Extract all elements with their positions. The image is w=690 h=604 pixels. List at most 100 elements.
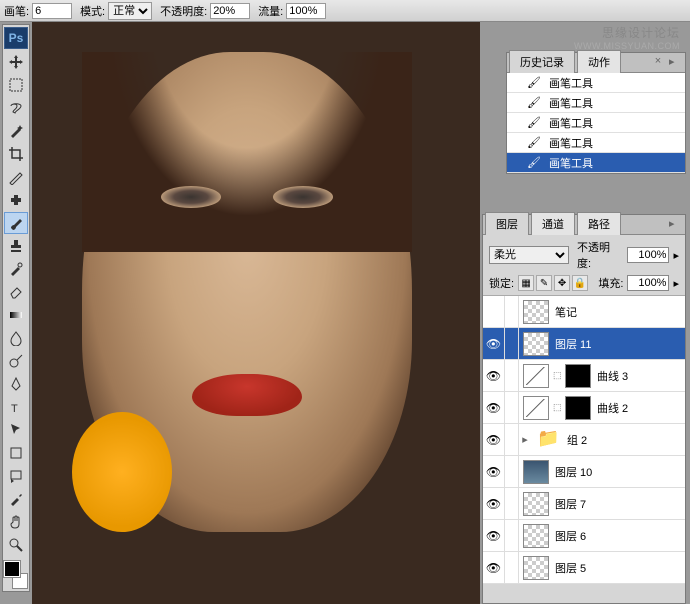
panel-menu-icon[interactable]: ▸ xyxy=(669,217,683,231)
dropdown-icon[interactable]: ▸ xyxy=(673,277,679,290)
eyedropper-tool[interactable] xyxy=(4,488,28,510)
zoom-tool[interactable] xyxy=(4,534,28,556)
layer-thumb[interactable] xyxy=(523,332,549,356)
panel-menu-icon[interactable]: ▸ xyxy=(669,55,683,69)
link-column[interactable] xyxy=(505,360,519,391)
layer-row[interactable]: 👁 图层 10 xyxy=(483,456,685,488)
visibility-toggle[interactable] xyxy=(483,296,505,327)
blur-tool[interactable] xyxy=(4,327,28,349)
visibility-toggle[interactable]: 👁 xyxy=(483,360,505,391)
dropdown-icon[interactable]: ▸ xyxy=(673,249,679,262)
link-column[interactable] xyxy=(505,296,519,327)
dodge-tool[interactable] xyxy=(4,350,28,372)
link-column[interactable] xyxy=(505,328,519,359)
brush-tool[interactable] xyxy=(4,212,28,234)
move-tool[interactable] xyxy=(4,51,28,73)
lock-all-icon[interactable]: 🔒 xyxy=(572,275,588,291)
foreground-swatch[interactable] xyxy=(4,561,20,577)
layer-name[interactable]: 组 2 xyxy=(565,432,685,448)
visibility-toggle[interactable]: 👁 xyxy=(483,392,505,423)
fill-input[interactable] xyxy=(627,275,669,291)
type-tool[interactable]: T xyxy=(4,396,28,418)
tab-channels[interactable]: 通道 xyxy=(531,212,575,235)
notes-tool[interactable] xyxy=(4,465,28,487)
pen-tool[interactable] xyxy=(4,373,28,395)
history-brush-tool[interactable] xyxy=(4,258,28,280)
gradient-tool[interactable] xyxy=(4,304,28,326)
link-column[interactable] xyxy=(505,520,519,551)
marquee-tool[interactable] xyxy=(4,74,28,96)
visibility-toggle[interactable]: 👁 xyxy=(483,520,505,551)
layer-thumb[interactable] xyxy=(523,524,549,548)
visibility-toggle[interactable]: 👁 xyxy=(483,552,505,583)
path-select-tool[interactable] xyxy=(4,419,28,441)
layer-name[interactable]: 图层 5 xyxy=(553,560,685,576)
layer-row[interactable]: 👁 图层 7 xyxy=(483,488,685,520)
history-item[interactable]: 画笔工具 xyxy=(507,73,685,93)
layer-name[interactable]: 图层 11 xyxy=(553,336,685,352)
layer-row[interactable]: 👁 图层 11 xyxy=(483,328,685,360)
layer-name[interactable]: 曲线 2 xyxy=(595,400,685,416)
adjustment-thumb[interactable] xyxy=(523,396,549,420)
hand-tool[interactable] xyxy=(4,511,28,533)
layer-name[interactable]: 笔记 xyxy=(553,304,685,320)
layer-name[interactable]: 图层 10 xyxy=(553,464,685,480)
crop-tool[interactable] xyxy=(4,143,28,165)
layer-thumb[interactable] xyxy=(523,556,549,580)
layer-row[interactable]: 👁⬚曲线 2 xyxy=(483,392,685,424)
wand-tool[interactable] xyxy=(4,120,28,142)
layer-row[interactable]: 👁 图层 5 xyxy=(483,552,685,584)
history-item[interactable]: 画笔工具 xyxy=(507,93,685,113)
lock-pixels-icon[interactable]: ✎ xyxy=(536,275,552,291)
layer-row[interactable]: 👁 图层 6 xyxy=(483,520,685,552)
link-column[interactable] xyxy=(505,392,519,423)
layer-thumb[interactable] xyxy=(523,460,549,484)
lock-position-icon[interactable]: ✥ xyxy=(554,275,570,291)
visibility-toggle[interactable]: 👁 xyxy=(483,488,505,519)
eraser-tool[interactable] xyxy=(4,281,28,303)
shape-tool[interactable] xyxy=(4,442,28,464)
tab-paths[interactable]: 路径 xyxy=(577,212,621,235)
mask-thumb[interactable] xyxy=(565,364,591,388)
tab-actions[interactable]: 动作 xyxy=(577,50,621,73)
history-item[interactable]: 画笔工具 xyxy=(507,113,685,133)
history-item[interactable]: 画笔工具 xyxy=(507,133,685,153)
layer-thumb[interactable] xyxy=(523,300,549,324)
visibility-toggle[interactable]: 👁 xyxy=(483,424,505,455)
tab-layers[interactable]: 图层 xyxy=(485,212,529,235)
tab-history[interactable]: 历史记录 xyxy=(509,50,575,73)
watermark-text: 思缘设计论坛 xyxy=(574,24,680,41)
blend-mode-select[interactable]: 柔光 xyxy=(489,246,569,264)
layer-name[interactable]: 图层 6 xyxy=(553,528,685,544)
layer-group-row[interactable]: 👁 ▸ 组 2 xyxy=(483,424,685,456)
brush-size-input[interactable] xyxy=(32,3,72,19)
slice-tool[interactable] xyxy=(4,166,28,188)
layer-opacity-input[interactable] xyxy=(627,247,669,263)
blend-mode-label: 模式: xyxy=(80,3,105,19)
link-column[interactable] xyxy=(505,456,519,487)
layer-row[interactable]: 笔记 xyxy=(483,296,685,328)
opacity-input[interactable] xyxy=(210,3,250,19)
lock-transparency-icon[interactable]: ▦ xyxy=(518,275,534,291)
history-item[interactable]: 画笔工具 xyxy=(507,153,685,173)
link-column[interactable] xyxy=(505,488,519,519)
blend-mode-select[interactable]: 正常 xyxy=(108,2,152,20)
flow-input[interactable] xyxy=(286,3,326,19)
layer-thumb[interactable] xyxy=(523,492,549,516)
layer-name[interactable]: 图层 7 xyxy=(553,496,685,512)
visibility-toggle[interactable]: 👁 xyxy=(483,456,505,487)
document-canvas[interactable] xyxy=(32,22,480,604)
layer-name[interactable]: 曲线 3 xyxy=(595,368,685,384)
healing-tool[interactable] xyxy=(4,189,28,211)
visibility-toggle[interactable]: 👁 xyxy=(483,328,505,359)
link-column[interactable] xyxy=(505,552,519,583)
expand-icon[interactable]: ▸ xyxy=(519,433,531,446)
color-swatches[interactable] xyxy=(4,561,28,589)
lasso-tool[interactable] xyxy=(4,97,28,119)
panel-close-icon[interactable]: × xyxy=(651,55,665,69)
link-column[interactable] xyxy=(505,424,519,455)
layer-row[interactable]: 👁⬚曲线 3 xyxy=(483,360,685,392)
stamp-tool[interactable] xyxy=(4,235,28,257)
adjustment-thumb[interactable] xyxy=(523,364,549,388)
mask-thumb[interactable] xyxy=(565,396,591,420)
